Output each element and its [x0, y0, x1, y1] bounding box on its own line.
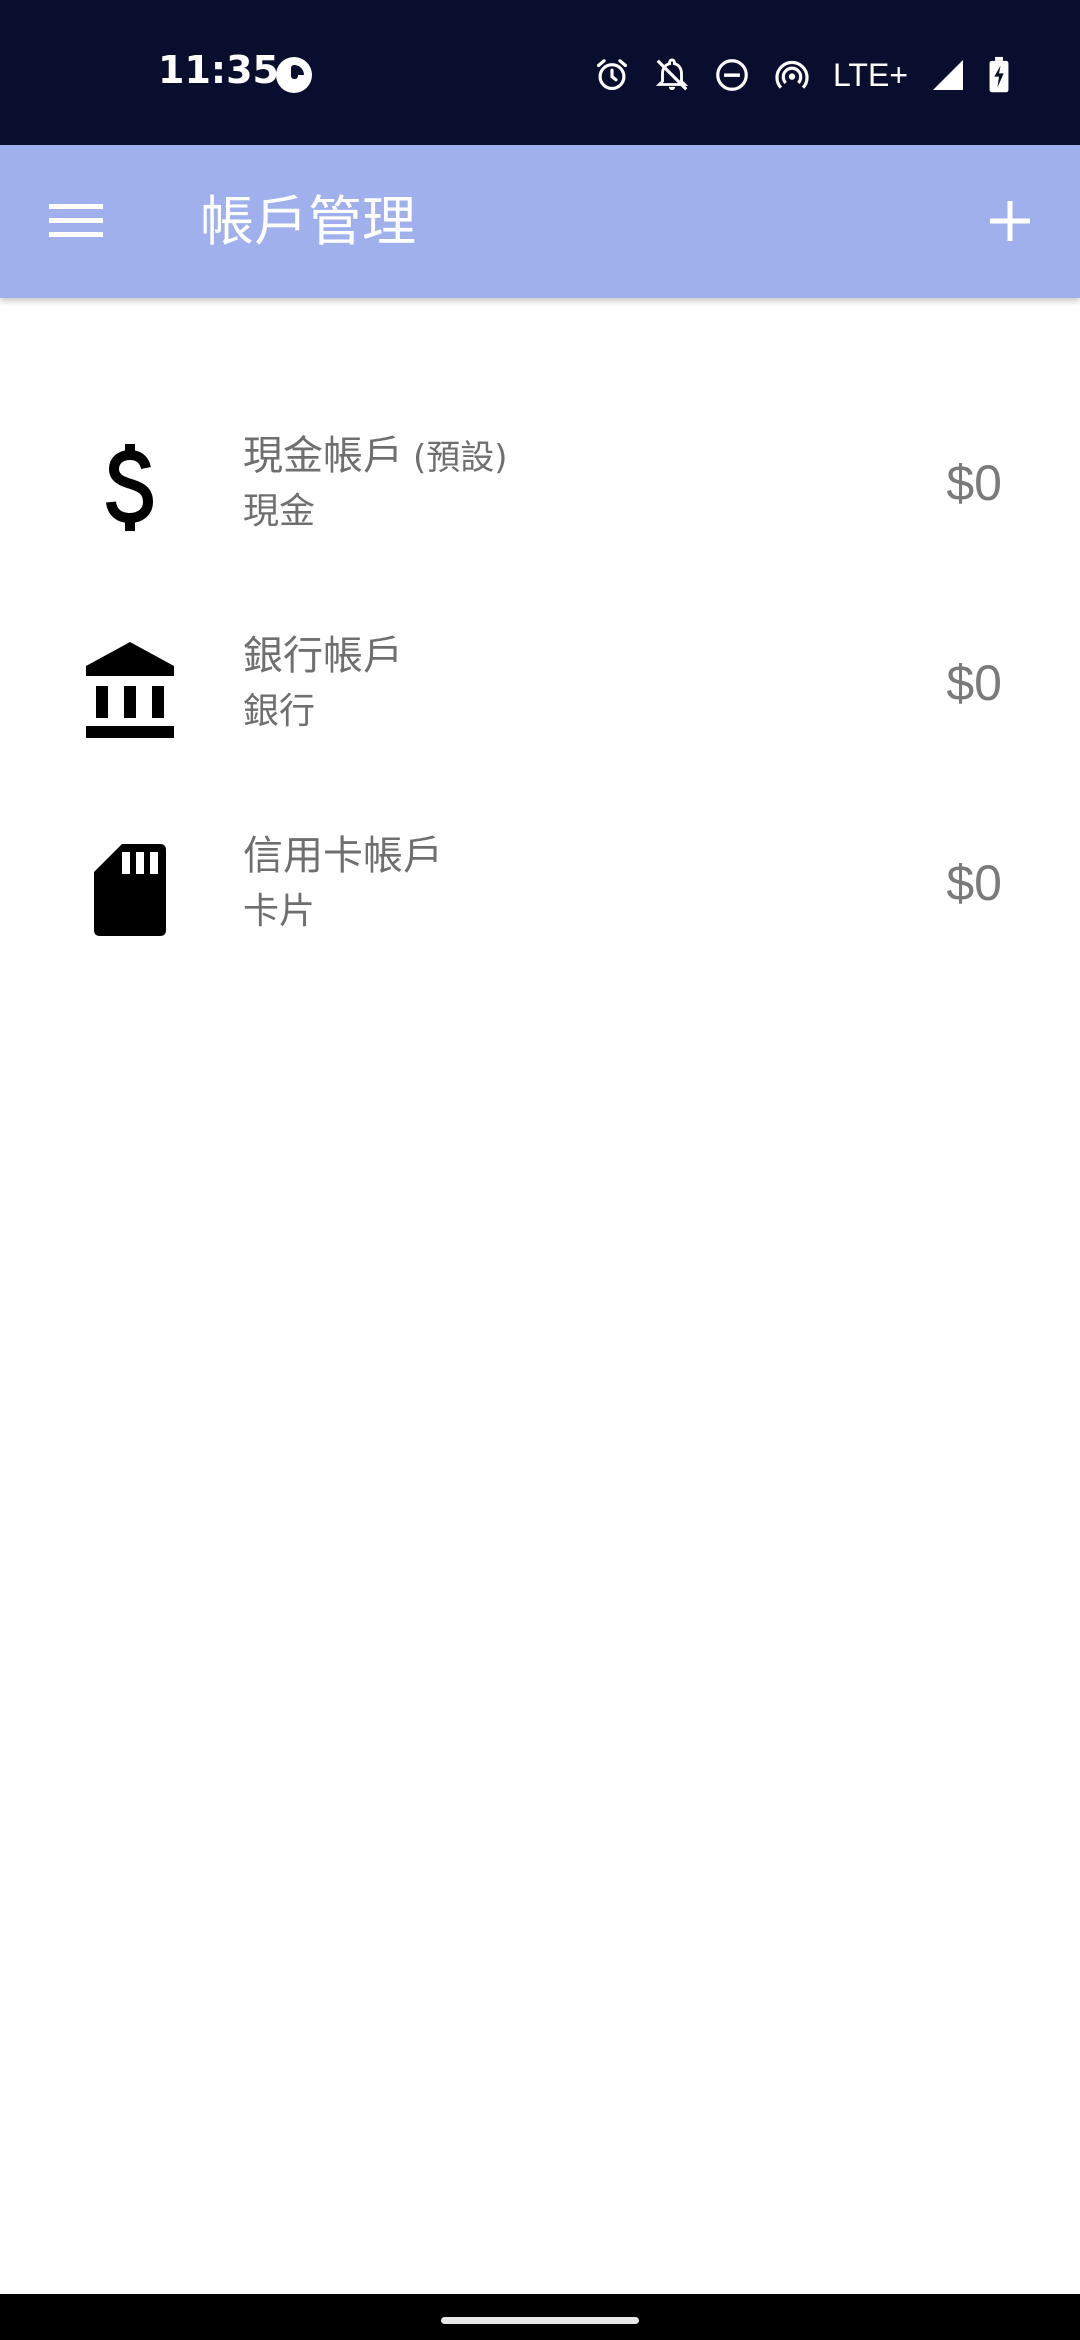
account-balance: $0 [946, 855, 1002, 911]
app-notification-icon [275, 56, 313, 94]
account-type: 卡片 [243, 891, 316, 932]
account-name: 銀行帳戶 [243, 633, 403, 679]
navigation-bar [0, 2294, 1080, 2340]
account-name: 信用卡帳戶 [243, 833, 443, 879]
bank-icon [75, 635, 185, 745]
account-balance: $0 [946, 455, 1002, 511]
notifications-off-icon [653, 56, 691, 94]
account-name-line: 現金帳戶 (預設) [243, 429, 508, 485]
account-management-screen: 11:35 LTE+ 帳戶管理 現金帳戶 (預設) 現金 $0 銀行帳戶 銀行 … [0, 0, 1080, 2340]
dollar-icon [75, 435, 185, 545]
account-name-line: 信用卡帳戶 [243, 829, 443, 883]
alarm-icon [593, 56, 631, 94]
app-bar: 帳戶管理 [0, 145, 1080, 298]
account-type: 銀行 [243, 691, 316, 732]
network-type-label: LTE+ [833, 57, 908, 93]
home-indicator[interactable] [441, 2317, 639, 2324]
add-icon [988, 199, 1032, 247]
signal-icon [930, 57, 966, 93]
page-title: 帳戶管理 [200, 190, 416, 253]
account-type: 現金 [243, 491, 316, 532]
account-row-cash[interactable]: 現金帳戶 (預設) 現金 $0 [0, 385, 1080, 585]
account-row-credit-card[interactable]: 信用卡帳戶 卡片 $0 [0, 785, 1080, 985]
add-account-button[interactable] [970, 183, 1050, 263]
account-balance: $0 [946, 655, 1002, 711]
card-icon [75, 835, 185, 945]
hotspot-icon [773, 56, 811, 94]
status-icons: LTE+ [593, 52, 1010, 98]
status-bar: 11:35 LTE+ [0, 0, 1080, 145]
menu-icon [49, 200, 103, 244]
account-name: 現金帳戶 [243, 433, 403, 479]
account-name-line: 銀行帳戶 [243, 629, 403, 683]
do-not-disturb-icon [713, 56, 751, 94]
account-row-bank[interactable]: 銀行帳戶 銀行 $0 [0, 585, 1080, 785]
battery-charging-icon [988, 56, 1010, 94]
menu-button[interactable] [38, 187, 114, 257]
account-list: 現金帳戶 (預設) 現金 $0 銀行帳戶 銀行 $0 信用卡帳戶 卡片 $0 [0, 385, 1080, 985]
status-time: 11:35 [158, 48, 279, 92]
default-tag: (預設) [413, 438, 508, 478]
